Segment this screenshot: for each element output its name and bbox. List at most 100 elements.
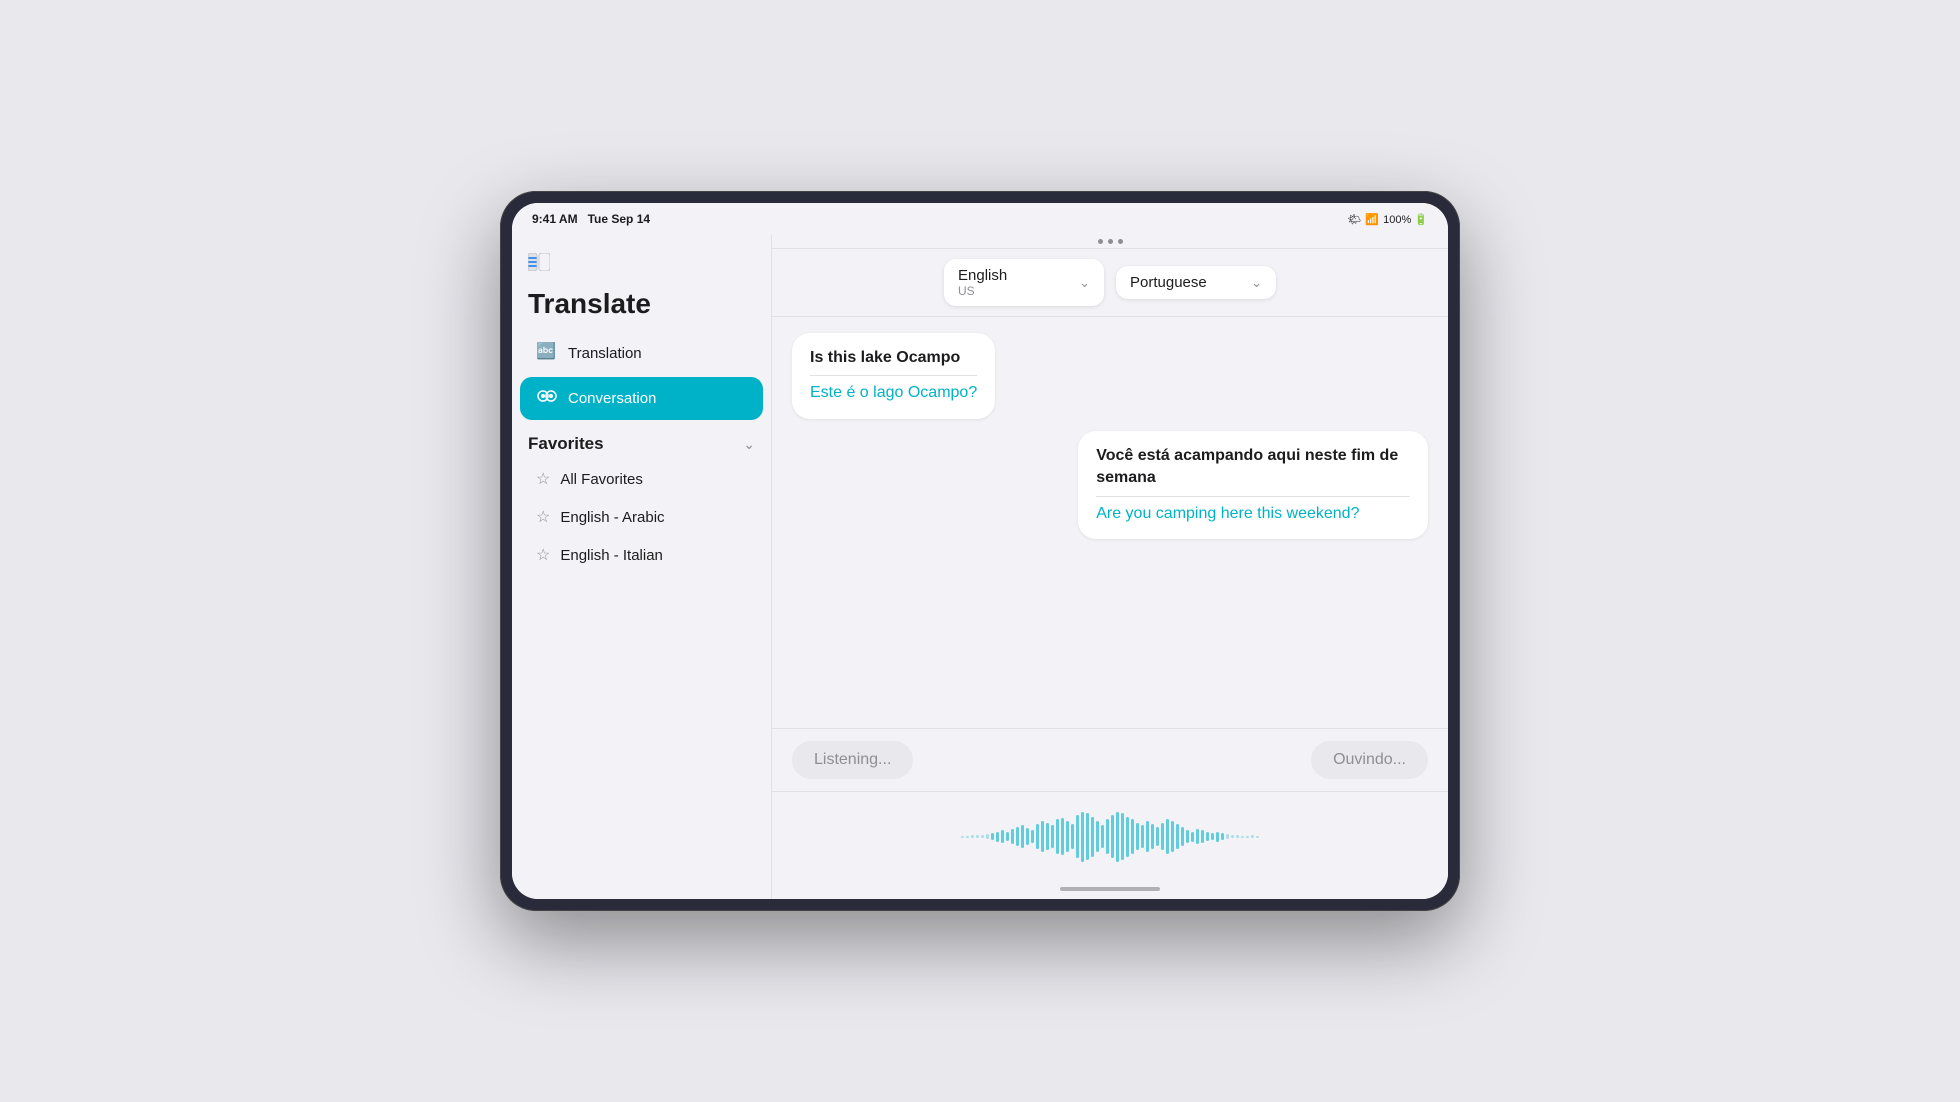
message-1-divider	[810, 375, 977, 376]
waveform-bar	[1131, 819, 1134, 854]
listening-bar: Listening... Ouvindo...	[772, 728, 1448, 791]
waveform-bar	[1251, 835, 1254, 838]
main-content: Translate 🔤 Translation	[512, 235, 1448, 899]
dot-3	[1118, 239, 1123, 244]
waveform-bar	[961, 836, 964, 838]
waveform-bar	[1006, 832, 1009, 841]
waveform-bar	[996, 832, 999, 842]
waveform-bar	[1071, 824, 1074, 849]
waveform-bar	[1206, 832, 1209, 841]
home-bar	[1060, 887, 1160, 891]
conversation-icon	[536, 387, 558, 410]
waveform-bar	[1026, 828, 1029, 846]
waveform-bar	[1191, 832, 1194, 842]
waveform-bar	[966, 836, 969, 838]
right-lang-chevron-icon: ⌄	[1251, 275, 1262, 291]
message-2-original: Você está acampando aqui neste fim de se…	[1096, 445, 1410, 490]
sidebar-item-english-italian[interactable]: ☆ English - Italian	[528, 536, 755, 574]
waveform-bar	[1141, 825, 1144, 848]
listening-right-button[interactable]: Ouvindo...	[1311, 741, 1428, 779]
waveform-bar	[1076, 815, 1079, 859]
waveform-bar	[981, 835, 984, 838]
listening-left-button[interactable]: Listening...	[792, 741, 913, 779]
waveform-bar	[1096, 821, 1099, 852]
waveform-bar	[976, 835, 979, 839]
waveform-bar	[1196, 829, 1199, 844]
sidebar: Translate 🔤 Translation	[512, 235, 772, 899]
english-italian-label: English - Italian	[560, 547, 663, 564]
waveform-bar	[1021, 825, 1024, 848]
left-lang-chevron-icon: ⌄	[1079, 275, 1090, 291]
favorites-section: Favorites ⌄ ☆ All Favorites ☆ English - …	[512, 426, 771, 578]
sidebar-header	[512, 245, 771, 288]
waveform-bar	[1041, 821, 1044, 852]
language-selector-right[interactable]: Portuguese ⌄	[1116, 266, 1276, 299]
waveform-bar	[1146, 821, 1149, 852]
message-2-divider	[1096, 496, 1410, 497]
waveform-bar	[1151, 824, 1154, 849]
sidebar-item-translation[interactable]: 🔤 Translation	[520, 332, 763, 375]
favorites-title: Favorites	[528, 434, 604, 454]
favorites-chevron-icon[interactable]: ⌄	[743, 436, 755, 453]
message-1-original: Is this lake Ocampo	[810, 347, 977, 369]
waveform-bar	[986, 834, 989, 839]
waveform-bar	[1236, 835, 1239, 838]
waveform-bar	[1031, 830, 1034, 843]
wifi-icon: 📶	[1365, 213, 1379, 226]
waveform-bar	[1201, 830, 1204, 843]
left-lang-region: US	[958, 284, 1007, 298]
all-favorites-label: All Favorites	[560, 471, 643, 488]
sun-icon: 🌤	[1347, 213, 1361, 226]
dot-2	[1108, 239, 1113, 244]
waveform-bar	[1036, 824, 1039, 849]
conversation-label: Conversation	[568, 390, 656, 407]
waveform-bar	[1091, 817, 1094, 857]
message-bubble-2: Você está acampando aqui neste fim de se…	[1078, 431, 1428, 539]
english-arabic-label: English - Arabic	[560, 509, 664, 526]
waveform-bar	[1061, 818, 1064, 856]
waveform-bar	[1121, 813, 1124, 861]
message-1-translation: Este é o lago Ocampo?	[810, 382, 977, 404]
sidebar-item-english-arabic[interactable]: ☆ English - Arabic	[528, 498, 755, 536]
star-icon-all: ☆	[536, 469, 550, 489]
ipad-screen: 9:41 AM Tue Sep 14 🌤 📶 100% 🔋	[512, 203, 1448, 899]
waveform-bar	[1216, 832, 1219, 842]
waveform-bar	[1186, 830, 1189, 843]
waveform-area	[772, 791, 1448, 881]
message-bubble-1: Is this lake Ocampo Este é o lago Ocampo…	[792, 333, 995, 419]
left-language-text: English US	[958, 267, 1007, 298]
waveform-bar	[1171, 821, 1174, 852]
waveform-bar	[1246, 836, 1249, 838]
waveform-bar	[1086, 813, 1089, 861]
sidebar-toggle-button[interactable]	[528, 253, 550, 276]
top-bar	[772, 235, 1448, 249]
waveform-bar	[1001, 830, 1004, 843]
waveform-bar	[1066, 821, 1069, 852]
waveform-bar	[1116, 812, 1119, 862]
waveform-bar	[1046, 823, 1049, 851]
waveform-bar	[1221, 833, 1224, 841]
svg-text:🔤: 🔤	[536, 342, 556, 360]
waveform-bar	[1056, 819, 1059, 854]
conversation-area: Is this lake Ocampo Este é o lago Ocampo…	[772, 317, 1448, 728]
home-indicator	[772, 881, 1448, 899]
ellipsis-dots	[1098, 239, 1123, 244]
status-icons: 🌤 📶 100% 🔋	[1347, 213, 1428, 226]
dot-1	[1098, 239, 1103, 244]
waveform-bar	[1231, 835, 1234, 839]
favorites-header: Favorites ⌄	[528, 434, 755, 454]
waveform-bar	[1081, 812, 1084, 862]
waveform-bar	[1181, 827, 1184, 846]
sidebar-item-conversation[interactable]: Conversation	[520, 377, 763, 420]
waveform-bar	[1011, 829, 1014, 844]
waveform-bar	[1161, 823, 1164, 851]
waveform-bar	[971, 835, 974, 838]
waveform-bar	[1241, 836, 1244, 838]
waveform-bar	[1166, 819, 1169, 854]
status-time: 9:41 AM Tue Sep 14	[532, 212, 650, 226]
sidebar-item-all-favorites[interactable]: ☆ All Favorites	[528, 460, 755, 498]
language-selector-left[interactable]: English US ⌄	[944, 259, 1104, 306]
waveform-bar	[1016, 827, 1019, 846]
waveform-bar	[1111, 815, 1114, 859]
app-title: Translate	[512, 288, 771, 332]
